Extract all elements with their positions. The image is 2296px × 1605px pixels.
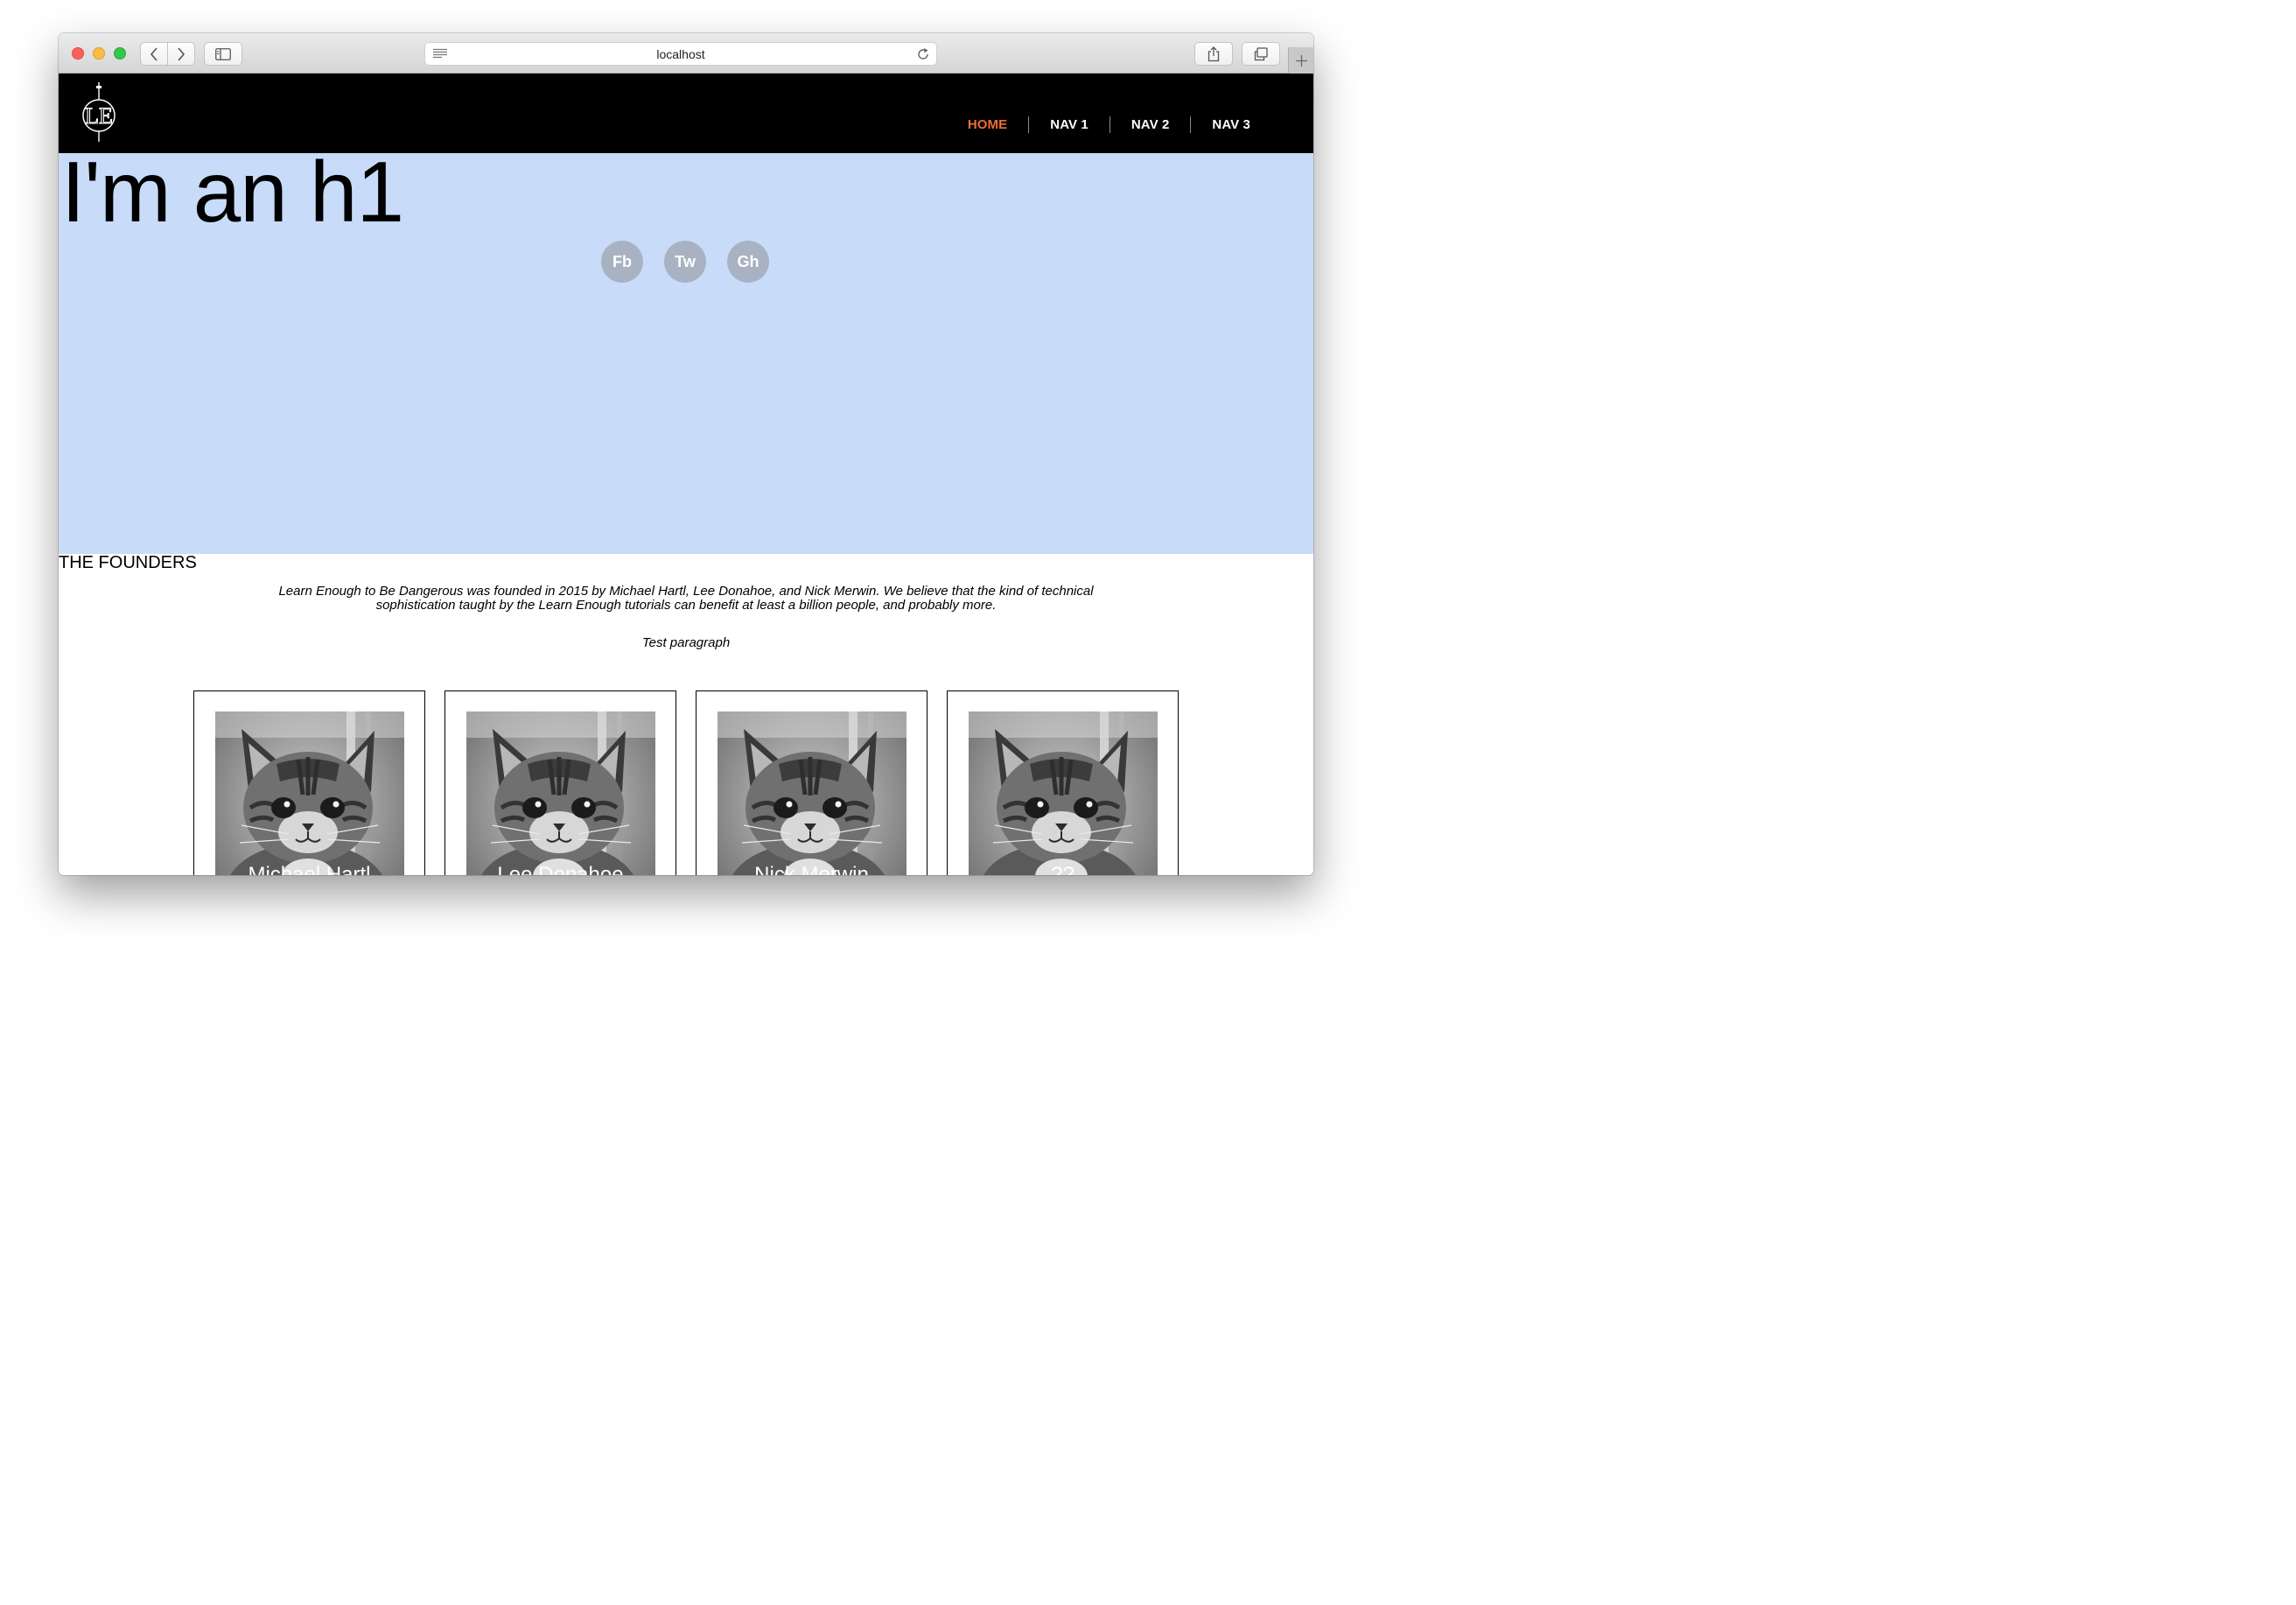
twitter-link[interactable]: Tw [664, 241, 706, 283]
founder-card[interactable]: Nick Merwin [696, 690, 928, 875]
founder-card[interactable]: Michael Hartl [193, 690, 425, 875]
minimize-window-button[interactable] [93, 47, 105, 60]
chevron-right-icon [178, 46, 186, 61]
nav-link-home[interactable]: HOME [947, 117, 1028, 132]
nav-item-nav2: NAV 2 [1110, 117, 1191, 132]
browser-window: localhost LE HOME NAV 1 NAV 2 NAV 3 I'm … [59, 33, 1313, 875]
maximize-window-button[interactable] [114, 47, 126, 60]
sidebar-icon [215, 47, 231, 60]
tabs-overview-icon [1254, 46, 1268, 60]
sidebar-toggle-button[interactable] [204, 42, 242, 66]
social-links: Fb Tw Gh [601, 241, 790, 283]
founder-name: ?? [1051, 863, 1074, 875]
founder-cards: Michael Hartl Lee Donahoe Nick Merwin ?? [193, 690, 1198, 875]
hero-heading: I'm an h1 [61, 144, 404, 240]
founders-intro: Learn Enough to Be Dangerous was founded… [278, 584, 1094, 613]
founder-card[interactable]: ?? [947, 690, 1179, 875]
kitten-photo [718, 711, 906, 875]
nav-item-nav3: NAV 3 [1191, 117, 1259, 132]
kitten-photo [215, 711, 404, 875]
le-logo-icon: LE [82, 82, 116, 142]
github-link[interactable]: Gh [727, 241, 769, 283]
show-tabs-button[interactable] [1242, 42, 1280, 66]
nav-item-nav1: NAV 1 [1029, 117, 1110, 132]
forward-button[interactable] [167, 42, 195, 66]
chevron-left-icon [150, 46, 158, 61]
nav-item-home: HOME [947, 117, 1028, 132]
founder-card[interactable]: Lee Donahoe [444, 690, 676, 875]
address-bar[interactable]: localhost [424, 42, 937, 66]
test-paragraph: Test paragraph [641, 635, 731, 650]
nav-link-nav1[interactable]: NAV 1 [1029, 117, 1110, 132]
browser-toolbar: localhost [59, 33, 1313, 74]
plus-icon [1295, 54, 1307, 67]
url-text: localhost [656, 47, 705, 61]
facebook-link[interactable]: Fb [601, 241, 643, 283]
close-window-button[interactable] [72, 47, 84, 60]
main-nav: HOME NAV 1 NAV 2 NAV 3 [947, 116, 1259, 133]
founder-name: Lee Donahoe [497, 863, 624, 875]
hero-section: I'm an h1 Fb Tw Gh [59, 144, 1313, 554]
share-button[interactable] [1194, 42, 1233, 66]
founders-heading: THE FOUNDERS [59, 553, 197, 572]
site-logo[interactable]: LE [80, 82, 117, 146]
back-button[interactable] [140, 42, 168, 66]
logo-lettering: LE [85, 103, 113, 129]
site-header: LE HOME NAV 1 NAV 2 NAV 3 [59, 74, 1313, 153]
nav-link-nav2[interactable]: NAV 2 [1110, 117, 1191, 132]
share-icon [1208, 46, 1220, 61]
founder-name: Michael Hartl [248, 863, 371, 875]
founder-name: Nick Merwin [754, 863, 869, 875]
reload-icon[interactable] [916, 47, 930, 61]
new-tab-button[interactable] [1288, 47, 1313, 74]
nav-link-nav3[interactable]: NAV 3 [1191, 117, 1259, 132]
kitten-photo [466, 711, 655, 875]
kitten-photo [969, 711, 1158, 875]
web-page: LE HOME NAV 1 NAV 2 NAV 3 I'm an h1 Fb T… [59, 74, 1313, 875]
